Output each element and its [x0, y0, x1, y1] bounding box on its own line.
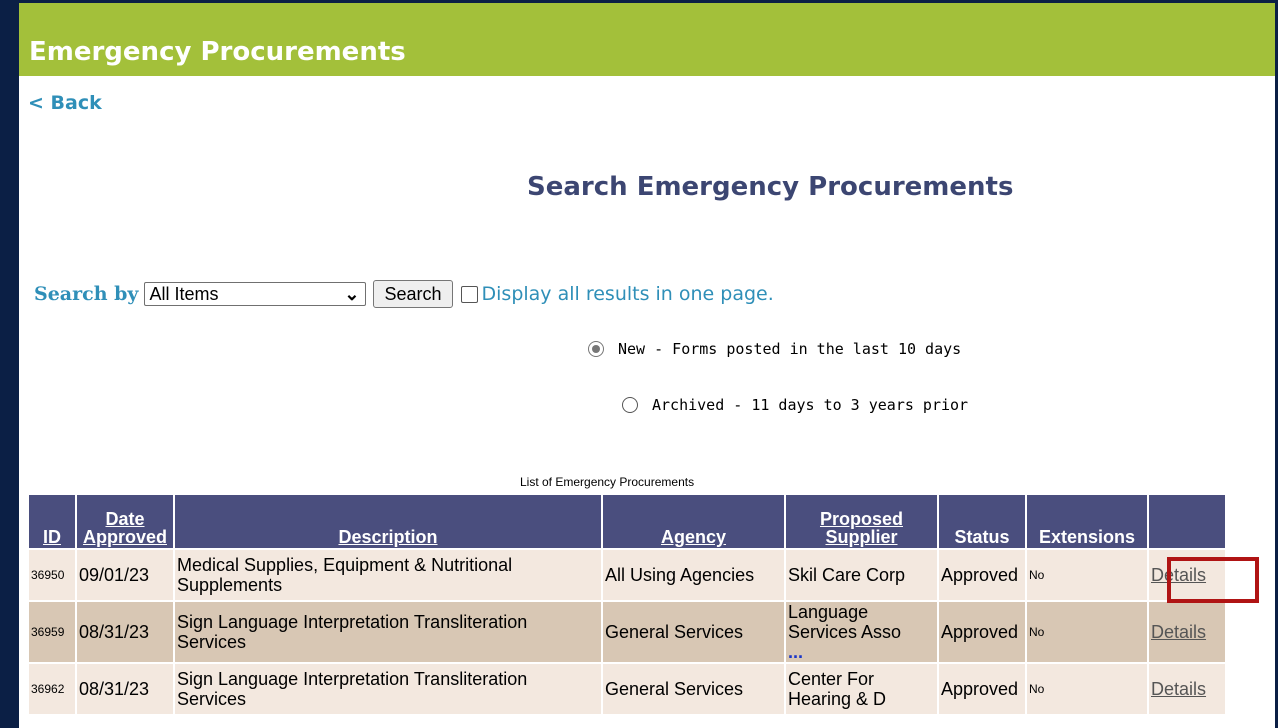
- details-link[interactable]: Details: [1151, 622, 1206, 642]
- row-agency: General Services: [603, 664, 784, 714]
- page-banner: Emergency Procurements: [19, 3, 1275, 76]
- column-header-agency[interactable]: Agency: [603, 495, 784, 548]
- column-header-description[interactable]: Description: [175, 495, 601, 548]
- column-header-date-approved[interactable]: Date Approved: [77, 495, 173, 548]
- row-supplier: Language Services Asso...: [786, 602, 937, 662]
- details-link[interactable]: Details: [1151, 679, 1206, 699]
- supplier-more[interactable]: ...: [788, 642, 803, 662]
- column-header-id[interactable]: ID: [29, 495, 75, 548]
- row-description: Sign Language Interpretation Translitera…: [175, 664, 601, 714]
- filter-archived-option[interactable]: Archived - 11 days to 3 years prior: [622, 396, 968, 414]
- row-date: 09/01/23: [77, 550, 173, 600]
- row-description: Medical Supplies, Equipment & Nutritiona…: [175, 550, 601, 600]
- row-agency: All Using Agencies: [603, 550, 784, 600]
- page-title: Search Emergency Procurements: [527, 172, 1014, 202]
- table-row: 36950 09/01/23 Medical Supplies, Equipme…: [29, 550, 1225, 600]
- radio-selected-icon[interactable]: [588, 341, 604, 357]
- row-actions: Details: [1149, 550, 1225, 600]
- column-header-proposed-supplier[interactable]: Proposed Supplier: [786, 495, 937, 548]
- table-header-row: ID Date Approved Description Agency Propo…: [29, 495, 1225, 548]
- row-id: 36959: [29, 602, 75, 662]
- display-all-checkbox[interactable]: [460, 285, 478, 303]
- row-id: 36950: [29, 550, 75, 600]
- radio-unselected-icon[interactable]: [622, 397, 638, 413]
- results-table: ID Date Approved Description Agency Propo…: [27, 493, 1227, 716]
- column-header-extensions: Extensions: [1027, 495, 1147, 548]
- banner-title: Emergency Procurements: [29, 37, 406, 67]
- table-caption: List of Emergency Procurements: [520, 475, 695, 489]
- row-extensions: No: [1027, 664, 1147, 714]
- row-extensions: No: [1027, 550, 1147, 600]
- row-actions: Details: [1149, 602, 1225, 662]
- row-status: Approved: [939, 664, 1025, 714]
- row-status: Approved: [939, 602, 1025, 662]
- search-button[interactable]: Search: [373, 280, 453, 308]
- table-row: 36962 08/31/23 Sign Language Interpretat…: [29, 664, 1225, 714]
- column-header-status: Status: [939, 495, 1025, 548]
- row-id: 36962: [29, 664, 75, 714]
- row-status: Approved: [939, 550, 1025, 600]
- row-supplier: Skil Care Corp: [786, 550, 937, 600]
- filter-new-option[interactable]: New - Forms posted in the last 10 days: [588, 340, 961, 358]
- search-by-select[interactable]: All Items ⌄: [144, 282, 367, 306]
- row-date: 08/31/23: [77, 664, 173, 714]
- search-by-selected-value: All Items: [149, 283, 219, 304]
- details-link[interactable]: Details: [1151, 565, 1206, 585]
- search-by-label: Search by: [34, 283, 139, 305]
- filter-new-label: New - Forms posted in the last 10 days: [618, 340, 962, 358]
- chevron-down-icon: ⌄: [344, 283, 360, 304]
- row-extensions: No: [1027, 602, 1147, 662]
- filter-archived-label: Archived - 11 days to 3 years prior: [652, 396, 969, 414]
- row-description: Sign Language Interpretation Translitera…: [175, 602, 601, 662]
- display-all-label[interactable]: Display all results in one page.: [482, 283, 774, 305]
- table-row: 36959 08/31/23 Sign Language Interpretat…: [29, 602, 1225, 662]
- row-actions: Details: [1149, 664, 1225, 714]
- search-bar: Search by All Items ⌄ Search Display all…: [34, 279, 774, 309]
- back-link[interactable]: < Back: [28, 92, 102, 114]
- frame-left-border: [0, 0, 19, 728]
- column-header-actions: [1149, 495, 1225, 548]
- row-date: 08/31/23: [77, 602, 173, 662]
- row-agency: General Services: [603, 602, 784, 662]
- row-supplier: Center For Hearing & D: [786, 664, 937, 714]
